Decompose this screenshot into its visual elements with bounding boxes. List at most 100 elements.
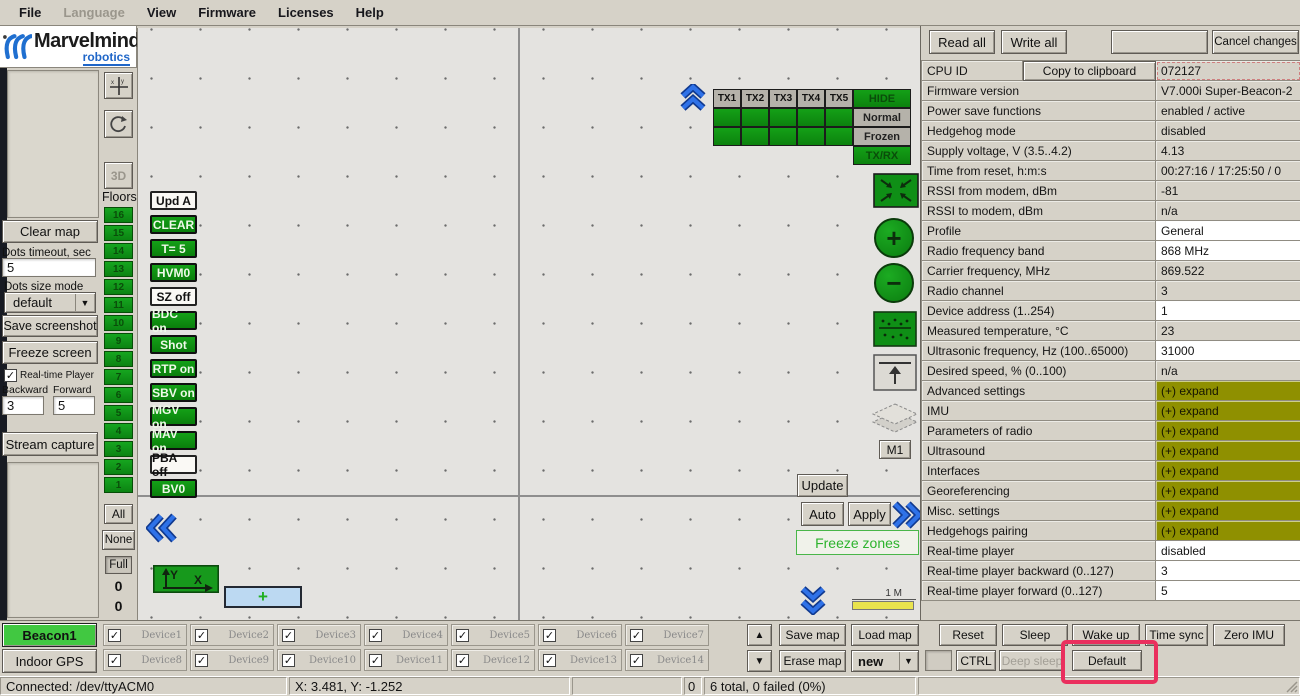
- collapse-up-icon[interactable]: [679, 84, 707, 112]
- save-map-button[interactable]: Save map: [779, 624, 846, 646]
- floor-button-15[interactable]: 15: [104, 225, 133, 241]
- device-toggle-device8[interactable]: ✓Device8: [103, 649, 187, 671]
- expand-right-icon[interactable]: [891, 500, 921, 530]
- menu-language[interactable]: Language: [52, 5, 135, 20]
- property-value[interactable]: (+) expand: [1156, 501, 1300, 521]
- tx-cell[interactable]: [769, 127, 797, 146]
- load-map-button[interactable]: Load map: [851, 624, 919, 646]
- zoom-in-button[interactable]: +: [874, 218, 914, 258]
- map-mode-button-sbv-on[interactable]: SBV on: [150, 383, 197, 402]
- checkbox-icon[interactable]: ✓: [543, 654, 556, 667]
- sleep-button[interactable]: Sleep: [1002, 624, 1068, 646]
- three-d-button[interactable]: 3D: [104, 162, 133, 189]
- map-mode-button-hvm0[interactable]: HVM0: [150, 263, 197, 282]
- property-value[interactable]: 31000: [1156, 341, 1300, 361]
- device-toggle-device6[interactable]: ✓Device6: [538, 624, 622, 646]
- dots-display-button[interactable]: [873, 311, 917, 347]
- device-toggle-device13[interactable]: ✓Device13: [538, 649, 622, 671]
- map-mode-button-pba-off[interactable]: PBA off: [150, 455, 197, 474]
- floors-all-button[interactable]: All: [104, 504, 133, 524]
- floor-button-7[interactable]: 7: [104, 369, 133, 385]
- device-toggle-device3[interactable]: ✓Device3: [277, 624, 361, 646]
- property-value[interactable]: (+) expand: [1156, 381, 1300, 401]
- read-all-button[interactable]: Read all: [929, 30, 995, 54]
- save-screenshot-button[interactable]: Save screenshot: [2, 315, 98, 337]
- tx-cell[interactable]: [769, 108, 797, 127]
- menu-file[interactable]: File: [8, 5, 52, 20]
- floor-button-4[interactable]: 4: [104, 423, 133, 439]
- dots-timeout-input[interactable]: 5: [2, 258, 96, 277]
- forward-input[interactable]: 5: [53, 396, 95, 415]
- device-toggle-device5[interactable]: ✓Device5: [451, 624, 535, 646]
- checkbox-icon[interactable]: ✓: [195, 654, 208, 667]
- menu-licenses[interactable]: Licenses: [267, 5, 345, 20]
- m1-button[interactable]: M1: [879, 440, 911, 459]
- checkbox-icon[interactable]: ✓: [369, 629, 382, 642]
- checkbox-icon[interactable]: ✓: [108, 654, 121, 667]
- floor-button-5[interactable]: 5: [104, 405, 133, 421]
- tx-cell[interactable]: [797, 127, 825, 146]
- time-sync-button[interactable]: Time sync: [1145, 624, 1208, 646]
- property-value[interactable]: 868 MHz: [1156, 241, 1300, 261]
- tx-cell[interactable]: [825, 108, 853, 127]
- device-toggle-device11[interactable]: ✓Device11: [364, 649, 448, 671]
- device-toggle-device2[interactable]: ✓Device2: [190, 624, 274, 646]
- floor-button-9[interactable]: 9: [104, 333, 133, 349]
- floor-button-8[interactable]: 8: [104, 351, 133, 367]
- dots-size-select[interactable]: default ▼: [4, 292, 96, 313]
- tx-cell[interactable]: [713, 108, 741, 127]
- map-mode-button-bv0[interactable]: BV0: [150, 479, 197, 498]
- floor-button-14[interactable]: 14: [104, 243, 133, 259]
- map-canvas[interactable]: TX1TX2TX3TX4TX5HIDENormalFrozenTX/RX Upd…: [137, 28, 920, 620]
- device-toggle-device1[interactable]: ✓Device1: [103, 624, 187, 646]
- tx-frozen-button[interactable]: Frozen: [853, 127, 911, 146]
- device-toggle-device10[interactable]: ✓Device10: [277, 649, 361, 671]
- default-button[interactable]: Default: [1072, 650, 1142, 671]
- floor-button-6[interactable]: 6: [104, 387, 133, 403]
- floors-full-button[interactable]: Full: [105, 556, 132, 574]
- write-all-button[interactable]: Write all: [1001, 30, 1067, 54]
- map-mode-button-mgv-on[interactable]: MGV on: [150, 407, 197, 426]
- dropdown-arrow-icon[interactable]: ▼: [899, 652, 917, 670]
- axis-reset-button[interactable]: xy: [104, 72, 133, 99]
- erase-map-button[interactable]: Erase map: [779, 650, 846, 672]
- menu-view[interactable]: View: [136, 5, 187, 20]
- menu-help[interactable]: Help: [345, 5, 395, 20]
- device-toggle-device14[interactable]: ✓Device14: [625, 649, 709, 671]
- map-mode-button-upd-a[interactable]: Upd A: [150, 191, 197, 210]
- checkbox-icon[interactable]: ✓: [630, 654, 643, 667]
- floor-button-2[interactable]: 2: [104, 459, 133, 475]
- checkbox-icon[interactable]: ✓: [108, 629, 121, 642]
- property-value[interactable]: 3: [1156, 561, 1300, 581]
- tx-cell[interactable]: [713, 127, 741, 146]
- ctrl-checkbox[interactable]: [925, 650, 952, 671]
- fit-map-button[interactable]: [873, 173, 919, 208]
- map-mode-button-mav-on[interactable]: MAV on: [150, 431, 197, 450]
- property-value[interactable]: (+) expand: [1156, 521, 1300, 541]
- device-toggle-device4[interactable]: ✓Device4: [364, 624, 448, 646]
- floor-button-3[interactable]: 3: [104, 441, 133, 457]
- clear-map-button[interactable]: Clear map: [2, 220, 98, 243]
- checkbox-icon[interactable]: ✓: [456, 654, 469, 667]
- map-mode-button-rtp-on[interactable]: RTP on: [150, 359, 197, 378]
- tx-hide-button[interactable]: HIDE: [853, 89, 911, 108]
- property-value[interactable]: (+) expand: [1156, 461, 1300, 481]
- tx-normal-button[interactable]: Normal: [853, 108, 911, 127]
- ctrl-button[interactable]: CTRL: [956, 650, 996, 671]
- scroll-down-button[interactable]: ▼: [747, 650, 772, 672]
- checkbox-icon[interactable]: ✓: [282, 654, 295, 667]
- device-toggle-device12[interactable]: ✓Device12: [451, 649, 535, 671]
- update-button[interactable]: Update: [797, 474, 848, 497]
- zero-imu-button[interactable]: Zero IMU: [1213, 624, 1285, 646]
- rotate-view-button[interactable]: [104, 110, 133, 138]
- property-value[interactable]: (+) expand: [1156, 481, 1300, 501]
- tx-cell[interactable]: [797, 108, 825, 127]
- floor-button-10[interactable]: 10: [104, 315, 133, 331]
- layers-button[interactable]: [871, 402, 919, 438]
- checkbox-icon[interactable]: ✓: [369, 654, 382, 667]
- tx-cell[interactable]: [741, 127, 769, 146]
- checkbox-icon[interactable]: ✓: [630, 629, 643, 642]
- map-mode-button-clear[interactable]: CLEAR: [150, 215, 197, 234]
- property-value[interactable]: (+) expand: [1156, 421, 1300, 441]
- menu-firmware[interactable]: Firmware: [187, 5, 267, 20]
